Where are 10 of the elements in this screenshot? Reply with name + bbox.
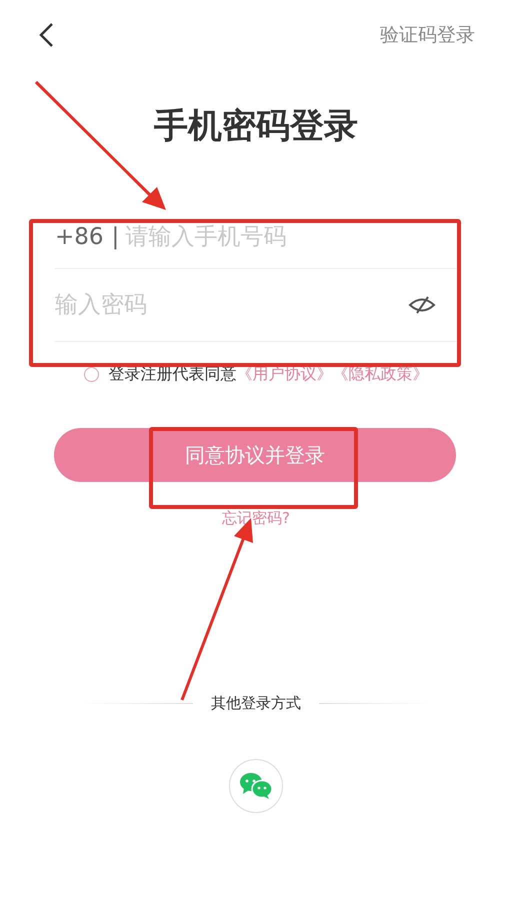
separator: | [112, 224, 120, 250]
verification-code-login-link[interactable]: 验证码登录 [380, 22, 475, 48]
other-login-label: 其他登录方式 [211, 694, 301, 713]
back-icon[interactable] [38, 22, 54, 48]
agreement-checkbox[interactable] [84, 366, 98, 382]
country-code[interactable]: +86 [55, 224, 104, 250]
chat-bubbles-icon [239, 772, 273, 800]
login-button[interactable]: 同意协议并登录 [54, 428, 456, 482]
page-title: 手机密码登录 [153, 105, 359, 148]
eye-slash-icon[interactable] [408, 295, 436, 315]
